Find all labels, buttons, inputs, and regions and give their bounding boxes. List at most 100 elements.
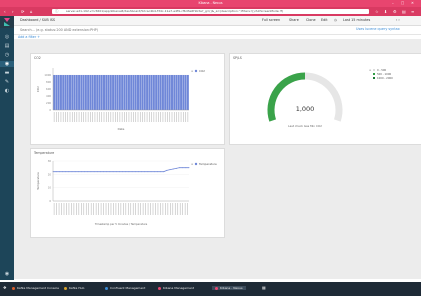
data-point [96, 171, 98, 173]
address-bar[interactable]: ⓘ server-ed1-192.vm:5601/app/kibana#/das… [52, 9, 369, 14]
x-tick-label [103, 112, 105, 122]
forward-icon[interactable]: › [12, 9, 14, 14]
bar [164, 75, 167, 110]
menu-icon[interactable]: ≡ [411, 9, 414, 14]
query-syntax-link[interactable]: Uses lucene query syntax [356, 27, 400, 32]
management-icon[interactable]: ✎ [0, 79, 14, 85]
devtools-icon[interactable]: ▬ [0, 70, 14, 76]
x-tick-label [151, 112, 152, 122]
x-tick-label [137, 203, 139, 215]
x-tick-label [123, 203, 124, 215]
app-icon [158, 286, 161, 290]
reload-icon[interactable]: ⟳ [21, 9, 24, 14]
x-tick-label [92, 112, 93, 122]
extension-icon[interactable]: ⚙ [393, 9, 397, 14]
maximize-icon[interactable]: □ [401, 1, 404, 5]
co2-panel: CO2 0 200 400 600 800 1000 CO2 Date CO2 ≡ [30, 53, 225, 145]
gauge-panel: SP/LS 1,000 Last check Gas Min CO2 0 - 500… [229, 53, 421, 145]
taskbar-item[interactable]: Kibana Management [158, 286, 194, 290]
app-grid-icon[interactable]: ▦ [262, 285, 266, 290]
taskbar-item[interactable]: Confluent Management [105, 286, 145, 290]
bar [96, 75, 99, 110]
legend-toggle-icon: ≡ [191, 162, 194, 166]
close-icon[interactable]: ✕ [411, 1, 414, 5]
x-tick-label [94, 112, 96, 122]
share-button[interactable]: Share [289, 18, 299, 23]
bar [98, 75, 101, 110]
bar [152, 75, 155, 110]
breadcrumb[interactable]: Dashboard / SUB ISS [20, 18, 55, 23]
timelion-icon[interactable]: ◉ [0, 61, 14, 67]
home-icon[interactable]: ⌂ [30, 9, 33, 14]
x-tick-label [142, 112, 143, 122]
legend-label: Temperature [198, 162, 217, 166]
collapse-icon[interactable]: ◉ [0, 271, 14, 277]
query-bar: Uses lucene query syntax [14, 26, 421, 35]
y-tick-label: 800 [46, 80, 51, 84]
x-tick-label [183, 112, 184, 122]
bar [121, 75, 124, 110]
back-icon[interactable]: ‹ [4, 9, 6, 14]
taskbar-item[interactable]: Kafka Management Console [12, 286, 59, 290]
x-tick-label [155, 112, 157, 122]
bar [91, 75, 94, 110]
x-tick-label [147, 203, 149, 215]
edit-button[interactable]: Edit [321, 18, 328, 23]
bar [161, 75, 164, 110]
bar [107, 75, 110, 110]
download-icon[interactable]: ⬇ [384, 9, 387, 14]
app-icon [105, 286, 108, 290]
library-icon[interactable]: ▤ [402, 9, 406, 14]
bar [123, 75, 126, 110]
monitoring-icon[interactable]: ◐ [0, 88, 14, 94]
x-tick-label [112, 112, 114, 122]
kibana-topbar: Dashboard / SUB ISS Full screen Share Cl… [14, 16, 421, 26]
discover-icon[interactable]: ◎ [0, 34, 14, 40]
minimize-icon[interactable]: – [392, 1, 394, 5]
x-tick-label [155, 203, 156, 215]
x-tick-label [162, 203, 164, 215]
visualize-icon[interactable]: ▤ [0, 43, 14, 49]
bar [180, 75, 183, 110]
x-tick-label [164, 112, 166, 122]
bar [143, 75, 146, 110]
app-icon [12, 286, 15, 290]
y-tick-label: 400 [46, 94, 51, 98]
clone-button[interactable]: Clone [306, 18, 316, 23]
taskbar-item-active[interactable]: Kibana - Nexus [212, 286, 246, 290]
browser-titlebar: Kibana - Nexus – □ ✕ [0, 0, 421, 7]
x-tick-label [53, 112, 55, 122]
x-tick-label [121, 112, 123, 122]
bookmark-icon[interactable]: ☆ [375, 9, 379, 14]
taskbar-item[interactable]: Kafka Hub [64, 286, 84, 290]
time-range-picker[interactable]: Last 15 minutes [343, 18, 370, 23]
clock-icon[interactable]: ◷ [334, 18, 337, 23]
x-tick-label [187, 203, 188, 215]
refresh-icon[interactable]: ‹ › [396, 18, 400, 23]
x-tick-label [101, 112, 103, 122]
data-point [128, 171, 130, 173]
lock-icon: ⓘ [55, 9, 59, 13]
x-tick-label [103, 203, 104, 215]
x-tick-label [140, 203, 141, 215]
search-input[interactable] [20, 27, 220, 33]
x-tick-label [87, 112, 89, 122]
kibana-logo[interactable] [0, 16, 14, 28]
dashboard-icon[interactable]: ◷ [0, 52, 14, 58]
x-tick-label [65, 112, 66, 122]
data-point [160, 171, 161, 173]
x-tick-label [150, 203, 151, 215]
x-tick-label [76, 203, 77, 215]
x-axis-label: Timestamp per 5 minutes / Temperature [95, 222, 148, 226]
app-icon [215, 286, 218, 290]
x-tick-label [126, 112, 127, 122]
fullscreen-button[interactable]: Full screen [262, 18, 280, 23]
x-tick-label [139, 112, 141, 122]
x-tick-label [169, 112, 171, 122]
y-tick-label: 600 [46, 87, 51, 91]
bar [127, 75, 130, 110]
bar [66, 75, 69, 110]
data-point [179, 167, 180, 169]
start-icon[interactable]: ❖ [3, 285, 7, 290]
x-tick-label [185, 112, 186, 122]
